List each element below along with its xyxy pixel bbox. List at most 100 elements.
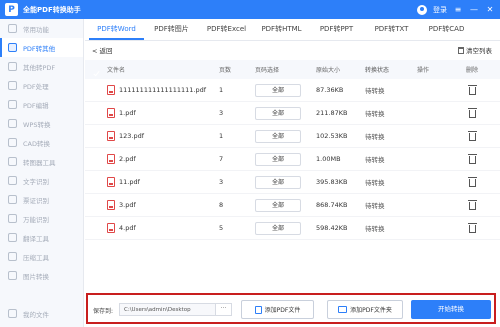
folder-icon — [8, 309, 17, 318]
page-range-button[interactable]: 全部 — [255, 198, 301, 212]
file-plus-icon — [254, 305, 262, 314]
sidebar-item[interactable]: 压缩工具 — [0, 247, 83, 266]
category-icon — [8, 24, 17, 33]
minimize-icon[interactable]: — — [469, 5, 479, 15]
app-title: 全能PDF转换助手 — [23, 5, 81, 14]
tab[interactable]: PDF转PPT — [309, 19, 364, 40]
sidebar-item[interactable]: PDF处理 — [0, 76, 83, 95]
delete-icon[interactable] — [467, 108, 477, 118]
sidebar-item[interactable]: 文字识别 — [0, 171, 83, 190]
table-row: 1.pdf 3 全部 211.87KB 待转换 — [85, 102, 500, 125]
pdf-file-icon — [107, 131, 115, 141]
category-icon — [8, 252, 17, 261]
sidebar-item-label: 图片转换 — [23, 272, 49, 281]
file-size: 87.36KB — [316, 86, 344, 94]
add-pdf-file-label: 添加PDF文件 — [264, 307, 301, 314]
delete-icon[interactable] — [467, 177, 477, 187]
convert-status: 待转换 — [365, 156, 385, 164]
sidebar-item-label: 压缩工具 — [23, 253, 49, 262]
delete-icon[interactable] — [467, 223, 477, 233]
file-size: 211.87KB — [316, 109, 348, 117]
category-icon — [8, 195, 17, 204]
save-to-label: 保存到: — [93, 308, 114, 315]
header-range: 页码选择 — [255, 67, 280, 74]
tab[interactable]: PDF转HTML — [254, 19, 309, 40]
table-header: 文件名 页数 页码选择 原始大小 转换状态 操作 删除 — [85, 60, 500, 79]
add-pdf-file-button[interactable]: 添加PDF文件 — [241, 300, 314, 319]
page-count: 8 — [219, 201, 224, 209]
sidebar-item[interactable]: 转图器工具 — [0, 152, 83, 171]
sidebar-item-label: 票证识别 — [23, 196, 49, 205]
sidebar-item[interactable]: 万能识别 — [0, 209, 83, 228]
delete-icon[interactable] — [467, 131, 477, 141]
sidebar-item-label: 其他转PDF — [23, 63, 56, 72]
table-row: 3.pdf 8 全部 868.74KB 待转换 — [85, 194, 500, 217]
page-range-button[interactable]: 全部 — [255, 175, 301, 189]
browse-path-button[interactable]: ··· — [216, 303, 232, 316]
page-range-button[interactable]: 全部 — [255, 106, 301, 120]
file-size: 1.00MB — [316, 155, 341, 163]
page-count: 3 — [219, 178, 224, 186]
sidebar-item-my-files[interactable]: 我的文件 — [0, 304, 83, 323]
user-icon[interactable] — [417, 4, 427, 15]
tab[interactable]: PDF转图片 — [144, 19, 199, 40]
table-row: 123.pdf 1 全部 102.53KB 待转换 — [85, 125, 500, 148]
delete-icon[interactable] — [467, 154, 477, 164]
tab[interactable]: PDF转CAD — [419, 19, 474, 40]
page-range-button[interactable]: 全部 — [255, 83, 301, 97]
page-count: 1 — [219, 86, 224, 94]
sidebar-item[interactable]: CAD转换 — [0, 133, 83, 152]
header-size: 原始大小 — [316, 67, 341, 74]
sidebar-item[interactable]: PDF转其他 — [0, 38, 83, 57]
delete-icon[interactable] — [467, 200, 477, 210]
sidebar-item[interactable]: 票证识别 — [0, 190, 83, 209]
sidebar-item-label: 文字识别 — [23, 177, 49, 186]
table-row: 4.pdf 5 全部 598.42KB 待转换 — [85, 217, 500, 240]
sidebar-item[interactable]: 其他转PDF — [0, 57, 83, 76]
delete-icon[interactable] — [467, 85, 477, 95]
category-icon — [8, 176, 17, 185]
convert-status: 待转换 — [365, 202, 385, 210]
convert-status: 待转换 — [365, 87, 385, 95]
file-size: 395.83KB — [316, 178, 348, 186]
file-name: 123.pdf — [119, 132, 145, 140]
start-convert-button[interactable]: 开始转换 — [411, 300, 491, 319]
sidebar-item-label: 转图器工具 — [23, 158, 56, 167]
page-range-button[interactable]: 全部 — [255, 152, 301, 166]
sidebar-item[interactable]: WPS转换 — [0, 114, 83, 133]
category-icon — [8, 43, 17, 52]
pdf-file-icon — [107, 177, 115, 187]
app-logo-icon: P — [5, 3, 18, 16]
tab[interactable]: PDF转TXT — [364, 19, 419, 40]
tab[interactable]: PDF转Excel — [199, 19, 254, 40]
login-link[interactable]: 登录 — [433, 5, 447, 15]
save-path-input[interactable] — [119, 303, 216, 316]
add-pdf-folder-button[interactable]: 添加PDF文件夹 — [327, 300, 403, 319]
bottom-action-bar: 保存到: ··· 添加PDF文件 添加PDF文件夹 开始转换 — [86, 293, 496, 324]
page-range-button[interactable]: 全部 — [255, 221, 301, 235]
file-name: 111111111111111111.pdf — [119, 86, 207, 94]
category-icon — [8, 214, 17, 223]
header-name: 文件名 — [107, 67, 126, 74]
convert-status: 待转换 — [365, 110, 385, 118]
sidebar-item[interactable]: 图片转换 — [0, 266, 83, 285]
clear-list-button[interactable]: 清空列表 — [458, 45, 492, 55]
page-range-button[interactable]: 全部 — [255, 129, 301, 143]
sidebar-item-label: PDF处理 — [23, 82, 49, 91]
category-icon — [8, 81, 17, 90]
folder-icon — [338, 306, 348, 313]
sidebar-item[interactable]: 翻译工具 — [0, 228, 83, 247]
file-name: 3.pdf — [119, 201, 136, 209]
close-icon[interactable]: ✕ — [485, 5, 495, 15]
pdf-file-icon — [107, 200, 115, 210]
sidebar-item[interactable]: 常用功能 — [0, 19, 83, 38]
category-icon — [8, 157, 17, 166]
tab[interactable]: PDF转Word — [89, 19, 144, 40]
menu-icon[interactable]: ≡ — [453, 5, 463, 15]
back-button[interactable]: < 返回 — [92, 45, 113, 55]
file-name: 2.pdf — [119, 155, 136, 163]
sidebar-item-label: 我的文件 — [23, 310, 49, 319]
category-icon — [8, 100, 17, 109]
add-pdf-folder-label: 添加PDF文件夹 — [350, 307, 392, 314]
sidebar-item[interactable]: PDF编辑 — [0, 95, 83, 114]
